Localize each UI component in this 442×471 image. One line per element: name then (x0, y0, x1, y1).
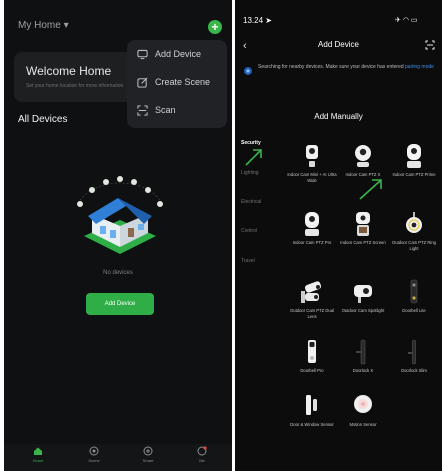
ptz-cam-icon (305, 212, 319, 236)
welcome-title: Welcome Home (26, 64, 112, 78)
scene-icon (89, 446, 99, 456)
airplane-icon: ✈ (395, 17, 401, 24)
device-tile[interactable]: Doorbell Pro (287, 339, 337, 374)
device-tile[interactable]: Indoor Cam PTZ Screen (338, 211, 388, 246)
home-selector[interactable]: My Home ▾ (18, 20, 69, 31)
tab-label: Scene (88, 458, 100, 463)
welcome-card: Welcome Home Set your home location for … (14, 52, 134, 102)
device-tile[interactable]: Doorlock Slim (389, 339, 439, 374)
mini-cam-icon (306, 145, 318, 167)
doorlock-icon (356, 339, 366, 365)
add-device-button[interactable]: Add Device (86, 293, 154, 315)
device-tile[interactable]: Door & Window Sensor (287, 393, 337, 428)
door-sensor-icon (306, 395, 317, 415)
bottom-tab-bar: Home Scene Smart Me (4, 444, 232, 471)
device-tile[interactable]: Outdoor Cam Spotlight (338, 279, 388, 314)
spotlight-cam-icon (354, 285, 372, 303)
chevron-down-icon: ▾ (63, 20, 69, 31)
me-icon (197, 446, 207, 456)
category-travel[interactable]: Travel (241, 258, 255, 264)
smart-icon (143, 446, 153, 456)
device-name: Outdoor Cam PTZ Ring Light (392, 240, 436, 251)
section-title: Add Manually (314, 112, 363, 121)
device-tile[interactable]: Outdoor Cam PTZ Ring Light (389, 211, 439, 251)
device-name: Doorbell Lite (402, 308, 426, 313)
house-illustration (77, 176, 163, 254)
dome-cam-icon (355, 145, 371, 167)
home-label: My Home (18, 20, 61, 31)
tab-home[interactable]: Home (18, 446, 58, 463)
device-tile[interactable]: Doorlock X (338, 339, 388, 374)
category-lighting[interactable]: Lighting (241, 170, 259, 176)
menu-item-create-scene[interactable]: Create Scene (127, 70, 227, 96)
device-name: Doorbell Pro (300, 368, 324, 373)
add-device-screen: 13.24 ➤ ✈ ◠ ▭ ‹ Add Device Searching for… (235, 0, 442, 471)
device-name: Doorlock Slim (401, 368, 427, 373)
status-time-text: 13.24 (243, 16, 264, 25)
doorbell-icon (410, 279, 418, 304)
add-device-icon (137, 49, 148, 60)
motion-sensor-icon (354, 395, 372, 413)
device-tile[interactable]: Outdoor Cam PTZ Dual Lens (287, 279, 337, 319)
search-message: Searching for nearby devices. Make sure … (258, 64, 404, 70)
location-arrow-icon: ➤ (265, 16, 272, 25)
menu-item-label: Add Device (155, 49, 202, 59)
pairing-mode-link[interactable]: pairing mode (405, 64, 434, 70)
wifi-icon: ◠ (402, 17, 409, 24)
device-name: Doorlock X (352, 368, 374, 373)
battery-icon: ▭ (410, 17, 418, 24)
welcome-subtitle: Set your home location for more informat… (26, 83, 124, 89)
device-name: Indoor Cam PTZ Pro (292, 240, 332, 245)
page-title: Add Device (318, 40, 359, 49)
status-icons: ✈ ◠ ▭ (395, 16, 418, 24)
menu-item-label: Create Scene (155, 77, 211, 87)
home-icon (34, 447, 42, 455)
scan-icon (137, 105, 148, 116)
create-scene-icon (137, 77, 148, 88)
tab-label: Smart (142, 458, 154, 463)
device-name: Indoor Cam PTZ Prime (392, 172, 436, 177)
device-name: Indoor Cam PTZ Screen (340, 240, 386, 245)
searching-icon (244, 67, 252, 75)
tab-label: Me (199, 458, 205, 463)
doorlock-icon (408, 339, 416, 365)
screen-cam-icon (356, 212, 370, 236)
tab-label: Home (32, 458, 44, 463)
ring-light-cam-icon (406, 212, 422, 233)
home-screen: My Home ▾ + Welcome Home Set your home l… (4, 0, 232, 471)
menu-item-label: Scan (155, 105, 176, 115)
category-electrical[interactable]: Electrical (241, 199, 261, 205)
device-tile[interactable]: Indoor Cam PTZ Pro (287, 211, 337, 246)
device-name: Indoor Cam Mini + AI Ultra Wide (287, 172, 337, 183)
empty-state-text: No devices (103, 270, 133, 276)
status-time: 13.24 ➤ (243, 16, 272, 25)
scan-icon[interactable] (425, 40, 435, 50)
category-control[interactable]: Control (241, 228, 257, 234)
doorbell-icon (308, 340, 316, 363)
tab-scene[interactable]: Scene (74, 446, 114, 463)
device-tile[interactable]: Doorbell Lite (389, 279, 439, 314)
tab-me[interactable]: Me (182, 446, 222, 463)
menu-item-scan[interactable]: Scan (127, 98, 227, 124)
device-tile[interactable]: Indoor Cam Mini + AI Ultra Wide (287, 143, 337, 183)
tab-smart[interactable]: Smart (128, 446, 168, 463)
device-tile[interactable]: Motion Sensor (338, 393, 388, 428)
device-name: Motion Sensor (349, 422, 377, 427)
add-button[interactable]: + (208, 20, 222, 34)
device-name: Outdoor Cam PTZ Dual Lens (290, 308, 334, 319)
ptz-cam-icon (407, 144, 421, 168)
arrow-annotation-icon (245, 149, 262, 166)
device-name: Door & Window Sensor (290, 422, 334, 427)
arrow-annotation-icon (359, 179, 382, 200)
all-devices-heading: All Devices (18, 114, 68, 125)
device-tile[interactable]: Indoor Cam PTZ Prime (389, 143, 439, 178)
device-tile[interactable]: Indoor Cam PTZ X (338, 143, 388, 178)
menu-item-add-device[interactable]: Add Device (127, 42, 227, 68)
device-name: Outdoor Cam Spotlight (341, 308, 385, 313)
add-menu: Add Device Create Scene Scan (127, 40, 227, 128)
dual-lens-cam-icon (301, 281, 322, 303)
